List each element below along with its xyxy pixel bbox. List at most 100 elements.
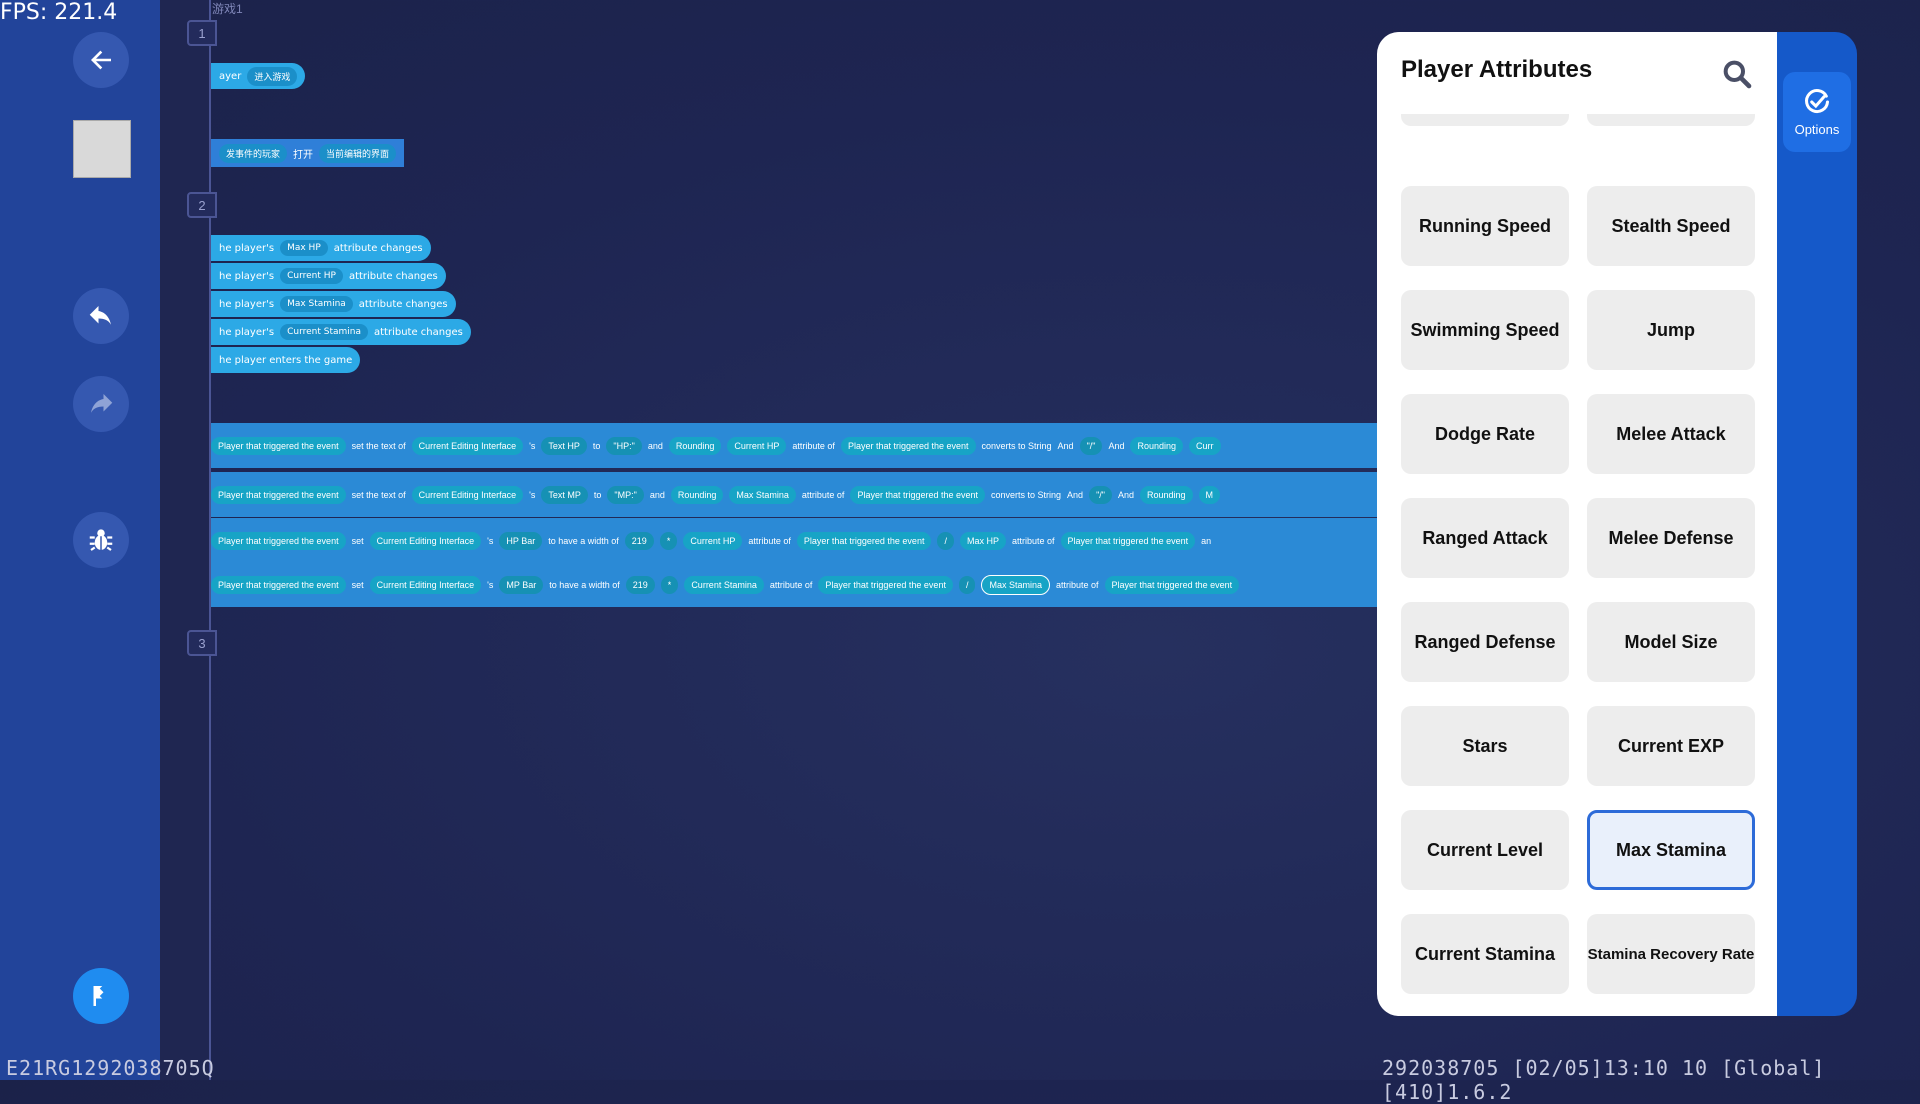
action-label: converts to String [991,489,1062,500]
attribute-option[interactable]: Swimming Speed [1401,290,1569,370]
attribute-option[interactable]: Running Speed [1401,186,1569,266]
element-dropdown[interactable]: Text HP [541,436,587,455]
attribute-option[interactable]: Melee Defense [1587,498,1755,578]
options-button[interactable]: Options [1783,72,1851,152]
action-label: converts to String [981,440,1052,451]
element-dropdown[interactable]: HP Bar [499,531,543,550]
interface-ref[interactable]: Current Editing Interface [411,485,524,504]
trigger-enter-game-cn[interactable]: ayer 进入游戏 [211,63,306,89]
attribute-dropdown[interactable]: Current HP [727,436,787,455]
attribute-dropdown[interactable]: M [1198,485,1220,504]
action-label: 's [487,579,494,590]
attribute-option[interactable]: Stealth Speed [1587,186,1755,266]
rounding-dropdown[interactable]: Rounding [1130,436,1183,455]
attribute-dropdown[interactable]: Current Stamina [684,575,764,594]
player-ref[interactable]: Player that triggered the event [850,485,986,504]
attribute-option[interactable]: Current Stamina [1401,914,1569,994]
rounding-dropdown[interactable]: Rounding [668,436,722,455]
string-literal[interactable]: "/" [1079,436,1103,455]
player-ref[interactable]: Player that triggered the event [211,436,346,455]
rounding-dropdown[interactable]: Rounding [1139,485,1193,504]
player-ref[interactable]: Player that triggered the event [796,531,932,550]
device-id: E21RG1292038705Q [6,1056,215,1080]
string-literal[interactable]: "MP:" [607,485,644,504]
operator-dropdown[interactable]: * [659,531,678,550]
attribute-dropdown[interactable]: Max HP [959,531,1006,550]
operator-dropdown[interactable]: / [937,531,954,550]
attribute-option[interactable]: Stars [1401,706,1569,786]
timeline-marker-3[interactable]: 3 [187,630,217,656]
attribute-option-partial[interactable] [1587,114,1755,126]
number-literal[interactable]: 219 [624,531,654,550]
action-label: and [647,440,663,451]
player-ref[interactable]: Player that triggered the event [211,575,346,594]
player-ref[interactable]: Player that triggered the event [1060,531,1196,550]
attribute-option-selected[interactable]: Max Stamina [1587,810,1755,890]
action-row-hp-bar[interactable]: Player that triggered the event set Curr… [211,518,1377,563]
element-dropdown[interactable]: MP Bar [499,575,544,594]
event-block[interactable]: he player's Current Stamina attribute ch… [211,319,471,345]
action-label: And [1057,440,1074,451]
element-dropdown[interactable]: Text MP [541,485,588,504]
interface-ref[interactable]: Current Editing Interface [369,531,482,550]
attribute-option-partial[interactable] [1401,114,1569,126]
event-block[interactable]: he player's Max Stamina attribute change… [211,291,456,317]
attribute-option[interactable]: Ranged Attack [1401,498,1569,578]
attribute-option[interactable]: Stamina Recovery Rate [1587,914,1755,994]
redo-button[interactable] [73,376,129,432]
player-ref[interactable]: Player that triggered the event [818,575,953,594]
event-enter-game[interactable]: he player enters the game [211,347,361,373]
event-prefix: he player's [219,270,275,282]
scene-thumbnail[interactable] [73,120,131,178]
fps-counter: FPS: 221.4 [0,0,118,25]
attribute-dropdown[interactable]: Current HP [683,531,743,550]
timeline-marker-1[interactable]: 1 [187,20,217,46]
operator-dropdown[interactable]: / [958,575,976,594]
event-block[interactable]: he player's Max HP attribute changes [211,235,431,261]
event-attr-dropdown[interactable]: Max HP [280,240,328,256]
attribute-option[interactable]: Current EXP [1587,706,1755,786]
string-literal[interactable]: "/" [1089,485,1112,504]
action-open-interface-cn[interactable]: 发事件的玩家 打开 当前编辑的界面 [211,139,405,167]
event-suffix: attribute changes [374,326,463,338]
debug-button[interactable] [73,512,129,568]
back-button[interactable] [73,32,129,88]
number-literal[interactable]: 219 [625,575,655,594]
action-row-mp-bar[interactable]: Player that triggered the event set Curr… [211,562,1377,607]
player-ref[interactable]: Player that triggered the event [211,485,346,504]
event-block[interactable]: he player's Current HP attribute changes [211,263,446,289]
action-row-text-hp[interactable]: Player that triggered the event set the … [211,423,1377,468]
event-attr-dropdown[interactable]: Current Stamina [280,324,368,340]
action-label: attribute of [748,535,791,546]
interface-ref[interactable]: Current Editing Interface [369,575,482,594]
attribute-option[interactable]: Jump [1587,290,1755,370]
attribute-option[interactable]: Dodge Rate [1401,394,1569,474]
string-literal[interactable]: "HP:" [606,436,642,455]
action-label: set [351,579,364,590]
attribute-option[interactable]: Current Level [1401,810,1569,890]
play-flag-icon [93,986,104,1006]
attribute-option[interactable]: Model Size [1587,602,1755,682]
rounding-dropdown[interactable]: Rounding [670,485,724,504]
attribute-option[interactable]: Melee Attack [1587,394,1755,474]
undo-button[interactable] [73,288,129,344]
player-ref[interactable]: Player that triggered the event [1104,575,1240,594]
action-label: and [649,489,665,500]
timeline-marker-2[interactable]: 2 [187,192,217,218]
search-icon[interactable] [1721,58,1753,90]
attribute-grid: Running Speed Stealth Speed Swimming Spe… [1401,114,1761,994]
event-suffix: attribute changes [348,270,438,282]
event-attr-dropdown[interactable]: Current HP [280,268,343,284]
player-ref[interactable]: Player that triggered the event [840,436,976,455]
attribute-option[interactable]: Ranged Defense [1401,602,1569,682]
play-button[interactable] [73,968,129,1024]
player-ref[interactable]: Player that triggered the event [211,531,346,550]
attribute-dropdown[interactable]: Curr [1189,436,1221,455]
action-row-text-mp[interactable]: Player that triggered the event set the … [211,472,1377,517]
operator-dropdown[interactable]: * [660,575,679,594]
event-attr-dropdown[interactable]: Max Stamina [280,296,353,312]
attribute-dropdown[interactable]: Max Stamina [729,485,796,504]
attribute-dropdown[interactable]: Max Stamina [981,574,1050,595]
interface-ref[interactable]: Current Editing Interface [411,436,524,455]
action-label: to have a width of [549,579,620,590]
